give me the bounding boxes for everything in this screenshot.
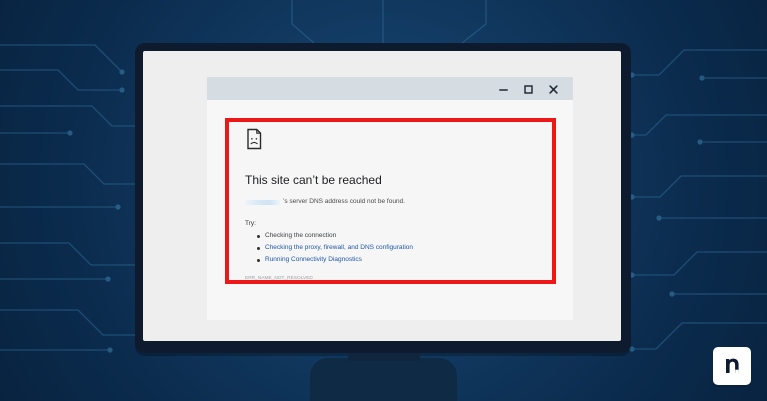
dns-message: ’s server DNS address could not be found… xyxy=(283,198,406,205)
suggestion-proxy-firewall-dns[interactable]: Checking the proxy, firewall, and DNS co… xyxy=(257,244,527,256)
troubleshooting-suggestions: Checking the connection Checking the pro… xyxy=(257,232,527,268)
monitor-screen: This site can’t be reached ’s server DNS… xyxy=(143,51,621,341)
monitor-stand xyxy=(310,353,457,401)
browser-window: This site can’t be reached ’s server DNS… xyxy=(207,77,573,320)
suggestion-checking-connection: Checking the connection xyxy=(257,232,527,244)
window-controls xyxy=(496,82,560,96)
maximize-icon[interactable] xyxy=(521,82,535,96)
dns-error-line: ’s server DNS address could not be found… xyxy=(245,197,405,207)
browser-titlebar xyxy=(207,77,573,100)
redacted-domain xyxy=(245,199,280,205)
monitor: This site can’t be reached ’s server DNS… xyxy=(135,43,631,353)
sad-page-icon xyxy=(247,128,262,150)
minimize-glyph xyxy=(498,88,508,91)
error-code: ERR_NAME_NOT_RESOLVED xyxy=(245,276,313,281)
close-icon[interactable] xyxy=(546,82,560,96)
connectivity-diagnostics-link[interactable]: Running Connectivity Diagnostics xyxy=(265,256,362,263)
close-glyph xyxy=(548,84,558,94)
n-logo-icon xyxy=(713,347,751,385)
maximize-glyph xyxy=(523,84,533,94)
n-logo-glyph xyxy=(726,358,739,373)
suggestion-connectivity-diagnostics[interactable]: Running Connectivity Diagnostics xyxy=(257,256,527,268)
ui-screenshot-scene: This site can’t be reached ’s server DNS… xyxy=(0,0,767,401)
error-title: This site can’t be reached xyxy=(245,173,382,187)
suggestion-label: Checking the connection xyxy=(265,232,337,239)
error-message-highlight: This site can’t be reached ’s server DNS… xyxy=(225,118,556,284)
proxy-firewall-dns-link[interactable]: Checking the proxy, firewall, and DNS co… xyxy=(265,244,413,251)
minimize-icon[interactable] xyxy=(496,82,510,96)
try-label: Try: xyxy=(245,220,256,227)
